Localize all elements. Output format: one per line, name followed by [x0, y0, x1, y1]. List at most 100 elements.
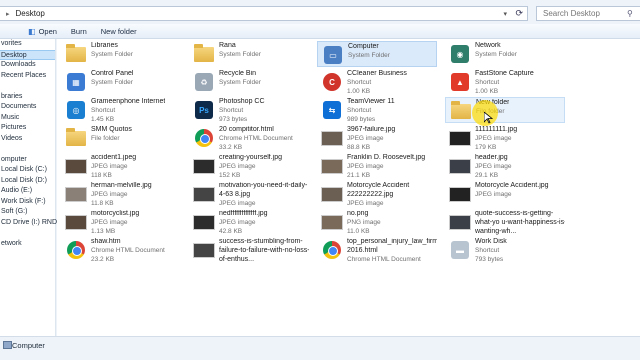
- photoshop-icon: Ps: [193, 99, 215, 121]
- burn-button[interactable]: Burn: [71, 27, 87, 36]
- file-type: JPEG image: [347, 199, 384, 207]
- file-type: System Folder: [219, 78, 261, 86]
- photo-icon-graphic: [193, 186, 215, 202]
- file-item[interactable]: New folderFile folder: [445, 97, 565, 123]
- file-item[interactable]: creating-yourself.jpg JPEG image 152 KB: [189, 153, 309, 179]
- search-input[interactable]: [537, 9, 627, 18]
- file-item[interactable]: shaw.htm Chrome HTML Document 23.2 KB: [61, 237, 181, 263]
- file-item[interactable]: Libraries System Folder: [61, 41, 181, 67]
- file-item[interactable]: SMM Quotos File folder: [61, 125, 181, 151]
- computer-icon-graphic: ▭: [324, 46, 342, 64]
- file-item[interactable]: C CCleaner Business Shortcut 1.00 KB: [317, 69, 437, 95]
- file-name: Recycle Bin: [219, 70, 256, 77]
- nav-item[interactable]: Documents: [0, 102, 55, 113]
- open-button[interactable]: ◧ Open: [28, 27, 57, 36]
- file-item[interactable]: ▭ Computer System Folder: [317, 41, 437, 67]
- recycle-bin-icon-graphic: ♻: [195, 73, 213, 91]
- file-item-text: TeamViewer 11 Shortcut 989 bytes: [347, 97, 395, 124]
- nav-item[interactable]: Audio (E:): [0, 186, 55, 197]
- nav-item[interactable]: vorites: [0, 39, 55, 50]
- file-item[interactable]: accident1.jpeg JPEG image 118 KB: [61, 153, 181, 179]
- nav-item[interactable]: braries: [0, 92, 55, 103]
- file-item[interactable]: ▦ Control Panel System Folder: [61, 69, 181, 95]
- file-item[interactable]: top_personal_injury_law_firm_1003 2016.h…: [317, 237, 437, 263]
- file-size: 989 bytes: [347, 115, 376, 123]
- file-item[interactable]: ♻ Recycle Bin System Folder: [189, 69, 309, 95]
- file-item[interactable]: 20 compititor.html Chrome HTML Document 33…: [189, 125, 309, 151]
- file-item[interactable]: header.jpg JPEG image 29.1 KB: [445, 153, 565, 179]
- address-bar: ▸ Desktop ▾ ⟳ ⚲: [0, 6, 640, 22]
- file-type: Shortcut: [347, 106, 372, 114]
- file-item[interactable]: motorcyclist.jpg JPEG image 1.13 MB: [61, 209, 181, 235]
- nav-item[interactable]: omputer: [0, 155, 55, 166]
- file-item[interactable]: ◎ Grameenphone Internet Shortcut 1.45 KB: [61, 97, 181, 123]
- file-item[interactable]: motivation-you-need-it-daily-4-63 8.jpg J…: [189, 181, 309, 207]
- file-size: 118 KB: [91, 171, 112, 179]
- refresh-icon[interactable]: ⟳: [515, 8, 523, 19]
- file-item[interactable]: ⇆ TeamViewer 11 Shortcut 989 bytes: [317, 97, 437, 123]
- file-item[interactable]: success-is-stumbling-from-failure-to-fai…: [189, 237, 309, 263]
- file-type: Shortcut: [347, 78, 372, 86]
- file-item[interactable]: 111111111.jpg JPEG image 179 KB: [445, 125, 565, 151]
- file-item[interactable]: nedffffffffffffff.jpg JPEG image 42.8 KB: [189, 209, 309, 235]
- file-type: Chrome HTML Document: [91, 246, 165, 254]
- file-size: 1.00 KB: [475, 87, 499, 95]
- file-name: shaw.htm: [91, 238, 121, 245]
- file-type: Chrome HTML Document: [219, 134, 293, 142]
- nav-item[interactable]: Downloads: [0, 60, 55, 71]
- file-name: Motorcycle Accident 222222222.jpg: [347, 182, 410, 198]
- nav-item[interactable]: Recent Places: [0, 71, 55, 82]
- file-item-text: motorcyclist.jpg JPEG image 1.13 MB: [91, 209, 139, 236]
- photo-icon: [65, 211, 87, 233]
- new-folder-button[interactable]: New folder: [101, 27, 137, 36]
- nav-item[interactable]: Music: [0, 113, 55, 124]
- nav-item[interactable]: Desktop: [0, 49, 55, 60]
- nav-item[interactable]: etwork: [0, 239, 55, 250]
- file-size: 11.8 KB: [91, 199, 114, 207]
- nav-item[interactable]: Work Disk (F:): [0, 197, 55, 208]
- file-item-text: SMM Quotos File folder: [91, 125, 132, 144]
- file-size: 179 KB: [475, 143, 497, 151]
- nav-item[interactable]: Pictures: [0, 123, 55, 134]
- nav-item[interactable]: Soft (G:): [0, 207, 55, 218]
- file-item[interactable]: Rana System Folder: [189, 41, 309, 67]
- file-item[interactable]: no.png PNG image 11.0 KB: [317, 209, 437, 235]
- file-size: 1.13 MB: [91, 227, 116, 235]
- file-type: JPEG image: [475, 162, 512, 170]
- breadcrumb[interactable]: ▸ Desktop ▾ ⟳: [0, 6, 528, 21]
- search-box[interactable]: ⚲: [536, 6, 640, 21]
- file-type: System Folder: [219, 50, 261, 58]
- file-type: File folder: [91, 134, 120, 142]
- file-name: motorcyclist.jpg: [91, 210, 140, 217]
- drive-shortcut-icon: ▬: [449, 239, 471, 261]
- file-item[interactable]: ▲ FastStone Capture Shortcut 1.00 KB: [445, 69, 565, 95]
- search-icon[interactable]: ⚲: [627, 9, 633, 18]
- file-item-text: top_personal_injury_law_firm_1003 2016.h…: [347, 237, 437, 264]
- file-item[interactable]: ▬ Work Disk Shortcut 793 bytes: [445, 237, 565, 263]
- file-item[interactable]: Motorcycle Accident 222222222.jpg JPEG im…: [317, 181, 437, 207]
- photo-icon-graphic: [65, 214, 87, 230]
- file-item[interactable]: 3967-failure.jpg JPEG image 88.8 KB: [317, 125, 437, 151]
- file-item-text: quote-success-is-getting-what-yo u-want-…: [475, 209, 565, 236]
- chevron-down-icon[interactable]: ▾: [503, 10, 507, 18]
- file-item[interactable]: Motorcycle Accident.jpg JPEG image: [445, 181, 565, 207]
- file-name: quote-success-is-getting-what-yo u-want-…: [475, 210, 565, 235]
- breadcrumb-desktop[interactable]: Desktop: [16, 9, 45, 18]
- nav-item[interactable]: Local Disk (C:): [0, 165, 55, 176]
- file-name: header.jpg: [475, 154, 508, 161]
- file-item[interactable]: quote-success-is-getting-what-yo u-want-…: [445, 209, 565, 235]
- file-item[interactable]: herman-melville.jpg JPEG image 11.8 KB: [61, 181, 181, 207]
- user-folder-icon: [193, 43, 215, 65]
- file-item[interactable]: Ps Photoshop CC Shortcut 973 bytes: [189, 97, 309, 123]
- breadcrumb-arrow-icon[interactable]: ▸: [6, 10, 10, 18]
- file-type: JPEG image: [91, 190, 128, 198]
- chrome-icon-graphic: [323, 241, 341, 259]
- nav-item[interactable]: CD Drive (I:) RNDIS C: [0, 218, 71, 229]
- nav-item[interactable]: Videos: [0, 134, 55, 145]
- file-item[interactable]: Franklin D. Roosevelt.jpg JPEG image 21.1 …: [317, 153, 437, 179]
- file-item-text: 3967-failure.jpg JPEG image 88.8 KB: [347, 125, 395, 152]
- file-item[interactable]: ◉ Network System Folder: [445, 41, 565, 67]
- nav-item[interactable]: Local Disk (D:): [0, 176, 55, 187]
